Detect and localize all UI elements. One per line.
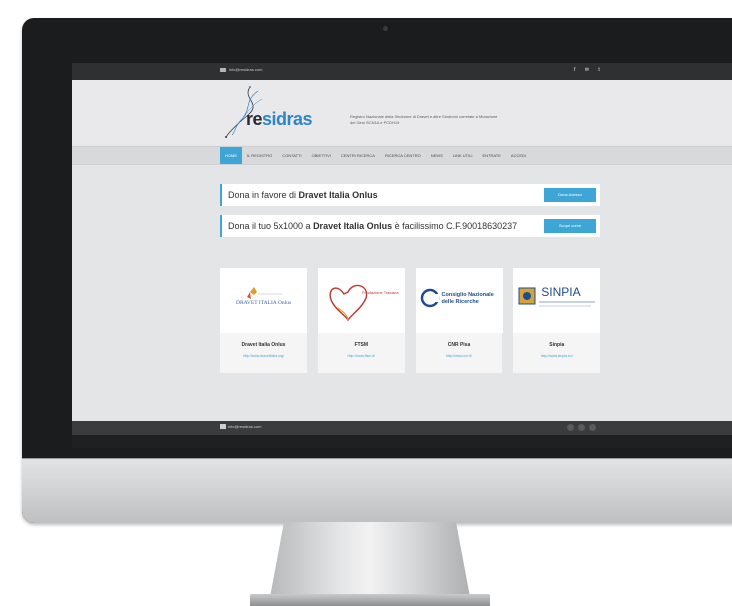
twitter-icon[interactable] — [589, 424, 596, 431]
partner-card-sinpia[interactable]: SINPIA Sinpia http://www.sinpia.eu/ — [513, 268, 601, 373]
donate-prefix-1: Dona in favore di — [228, 190, 299, 200]
partner-url-ftsm[interactable]: http://www.ftsm.it/ — [318, 354, 405, 358]
sinpia-logo: SINPIA — [513, 268, 601, 333]
nav-item-contatti[interactable]: CONTATTI — [277, 147, 306, 164]
partner-cards: DRAVET ITALIA Onlus Dravet Italia Onlus … — [220, 268, 601, 373]
site-tagline: Registro Nazionale della Sindrome di Dra… — [350, 114, 498, 125]
monitor-stand-base — [250, 594, 490, 606]
ftsm-logo-text: Fondazione Toscana — [361, 290, 399, 295]
partner-name-cnr: CNR Pisa — [447, 342, 471, 348]
topbar-email[interactable]: info@residras.com — [220, 67, 262, 72]
donate-org-1: Dravet Italia Onlus — [298, 190, 378, 200]
discover-how-button[interactable]: Scopri come — [544, 219, 596, 233]
logo-wordmark-part2: sidras — [262, 109, 313, 129]
residras-logo[interactable]: residras — [222, 85, 322, 140]
nav-item-link-utili[interactable]: LINK UTILI — [448, 147, 478, 164]
nav-item-il-registro[interactable]: IL REGISTRO — [242, 147, 277, 164]
envelope-icon — [220, 67, 226, 72]
footer-email-text[interactable]: info@residras.com — [228, 424, 261, 429]
nav-item-centri-ricerca[interactable]: CENTRI RICERCA — [336, 147, 380, 164]
site-footer: info@residras.com — [72, 421, 732, 435]
donate-box-1: Dona in favore di Dravet Italia Onlus Do… — [220, 184, 600, 206]
nav-item-ricerca-centro[interactable]: RICERCA CENTRO — [380, 147, 426, 164]
screen-bottom-strip — [72, 435, 732, 448]
nav-item-entrate[interactable]: ENTRATE — [478, 147, 506, 164]
cnr-logo: Consiglio Nazionale delle Ricerche — [415, 268, 503, 333]
nav-item-accedi[interactable]: ACCEDI — [506, 147, 531, 164]
partner-card-ftsm[interactable]: Fondazione Toscana FTSM http://www.ftsm.… — [317, 268, 405, 373]
dravet-logo-text: DRAVET ITALIA Onlus — [236, 300, 291, 306]
donate-text-2: Dona il tuo 5x1000 a Dravet Italia Onlus… — [228, 221, 517, 231]
partner-name-sinpia: Sinpia — [549, 342, 565, 348]
monitor-stand — [270, 522, 470, 597]
main-navbar: HOME IL REGISTRO CONTATTI OBIETTIVI CENTRI R… — [72, 146, 732, 165]
partner-name-ftsm: FTSM — [354, 342, 369, 348]
nav-item-news[interactable]: NEWS — [426, 147, 448, 164]
partner-url-cnr[interactable]: http://www.cnr.it/ — [416, 354, 503, 358]
nav-item-obiettivi[interactable]: OBIETTIVI — [307, 147, 336, 164]
top-bar: info@residras.com f ✉ t — [72, 63, 732, 80]
sinpia-seal-icon — [518, 287, 596, 307]
donate-suffix-2: è facilissimo C.F.90018630237 — [392, 221, 518, 231]
footer-social-icons — [567, 424, 596, 431]
monitor-chin — [22, 458, 732, 523]
monitor-frame: info@residras.com f ✉ t residras Registr… — [22, 18, 732, 523]
donate-now-button[interactable]: Dona Adesso — [544, 188, 596, 202]
donate-prefix-2: Dona il tuo 5x1000 a — [228, 221, 314, 231]
facebook-icon[interactable] — [567, 424, 574, 431]
mail-icon[interactable] — [578, 424, 585, 431]
sinpia-logo-text: SINPIA — [541, 285, 581, 299]
partner-url-sinpia[interactable]: http://www.sinpia.eu/ — [513, 354, 600, 358]
topbar-email-text[interactable]: info@residras.com — [229, 67, 262, 72]
browser-screen: info@residras.com f ✉ t residras Registr… — [72, 63, 732, 448]
footer-email[interactable]: info@residras.com — [220, 424, 261, 430]
logo-wordmark-part1: re — [246, 109, 263, 129]
heart-icon — [329, 284, 368, 322]
dravet-logo: DRAVET ITALIA Onlus — [220, 268, 307, 333]
cnr-logo-text: Consiglio Nazionale delle Ricerche — [441, 292, 494, 305]
ftsm-logo: Fondazione Toscana — [317, 268, 405, 333]
nav-item-home[interactable]: HOME — [220, 147, 242, 164]
donate-org-2: Dravet Italia Onlus — [313, 221, 393, 231]
donate-box-2: Dona il tuo 5x1000 a Dravet Italia Onlus… — [220, 215, 600, 237]
logo-wordmark: residras — [246, 109, 313, 130]
partner-name-dravet: Dravet Italia Onlus — [241, 342, 286, 348]
partner-card-dravet[interactable]: DRAVET ITALIA Onlus Dravet Italia Onlus … — [220, 268, 307, 373]
site-header: residras Registro Nazionale della Sindro… — [72, 80, 732, 145]
partner-url-dravet[interactable]: http://www.dravetitalia.org/ — [220, 354, 307, 358]
camera-dot — [383, 26, 388, 31]
donate-text-1: Dona in favore di Dravet Italia Onlus — [228, 190, 378, 200]
envelope-icon — [220, 424, 226, 430]
partner-card-cnr[interactable]: Consiglio Nazionale delle Ricerche CNR P… — [415, 268, 503, 373]
nav-menu: HOME IL REGISTRO CONTATTI OBIETTIVI CENTRI R… — [220, 147, 531, 164]
topbar-social-icons[interactable]: f ✉ t — [574, 67, 604, 73]
